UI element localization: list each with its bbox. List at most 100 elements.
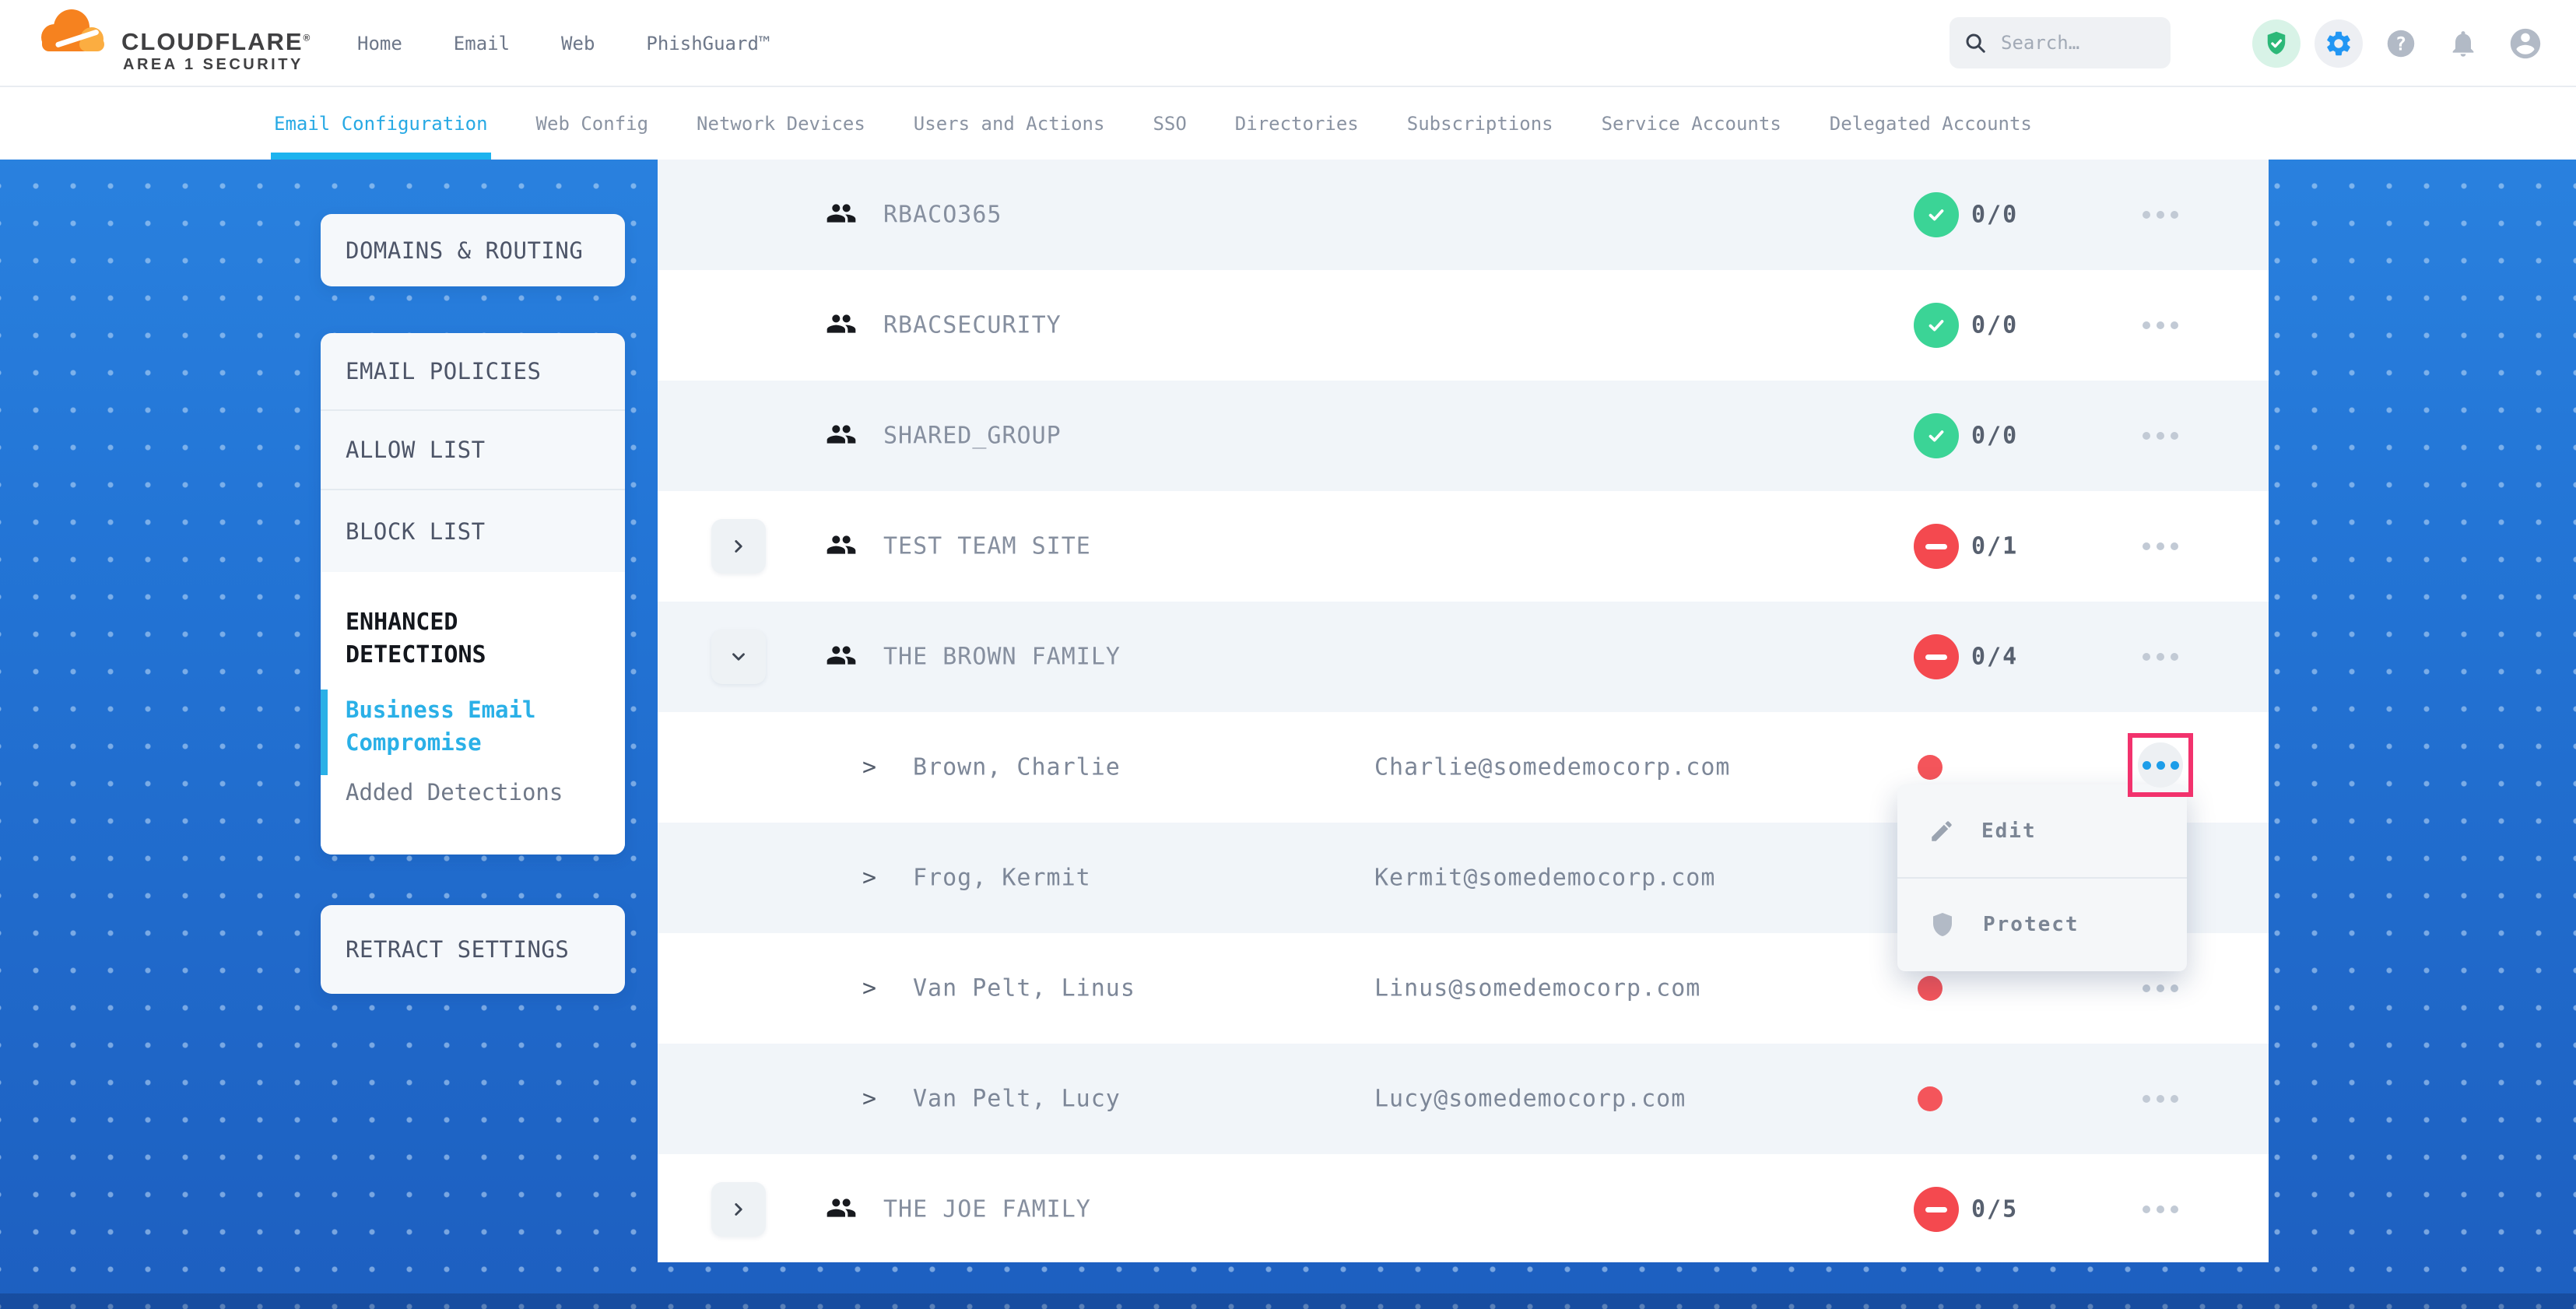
- product-name: AREA 1 SECURITY: [123, 56, 304, 74]
- context-menu-edit[interactable]: Edit: [1897, 784, 2187, 877]
- group-name: RBACO365: [883, 202, 1002, 229]
- tab-directories[interactable]: Directories: [1235, 87, 1359, 160]
- brand-name: CLOUDFLARE®: [121, 28, 311, 56]
- enhanced-detections-title: ENHANCED DETECTIONS: [346, 606, 579, 672]
- sidebar-item-allow-list[interactable]: ALLOW LIST: [321, 411, 625, 490]
- sidebar-item-block-list[interactable]: BLOCK LIST: [321, 490, 625, 572]
- expand-row-button[interactable]: [711, 1182, 766, 1237]
- group-icon: [823, 640, 859, 674]
- member-name: Van Pelt, Linus: [913, 975, 1135, 1002]
- area1-security-app: CLOUDFLARE® AREA 1 SECURITY Home Email W…: [0, 0, 2576, 1309]
- sidebar-section-enhanced-detections: ENHANCED DETECTIONS Business Email Compr…: [321, 572, 625, 855]
- sidebar-card-domains: DOMAINS & ROUTING: [321, 214, 625, 286]
- shield-check-icon[interactable]: [2252, 19, 2301, 68]
- config-tabbar: Email Configuration Web Config Network D…: [0, 87, 2576, 160]
- protected-badge: [1914, 413, 1959, 458]
- tab-service-accounts[interactable]: Service Accounts: [1602, 87, 1781, 160]
- row-more-button[interactable]: [2133, 198, 2188, 232]
- tab-delegated-accounts[interactable]: Delegated Accounts: [1830, 87, 2032, 160]
- sidebar-item-business-email-compromise[interactable]: Business Email Compromise: [346, 693, 579, 759]
- tab-network-devices[interactable]: Network Devices: [697, 87, 865, 160]
- attention-badge: [1914, 524, 1959, 569]
- nav-phishguard[interactable]: PhishGuard™: [646, 33, 770, 54]
- svg-text:?: ?: [2395, 33, 2406, 54]
- cloudflare-cloud-icon: [31, 6, 118, 54]
- table-row-member[interactable]: > Van Pelt, Lucy Lucy@somedemocorp.com: [658, 1044, 2269, 1154]
- protection-count: 0/0: [1971, 312, 2018, 339]
- row-more-button[interactable]: [2133, 640, 2188, 674]
- row-context-menu: Edit Protect: [1897, 784, 2187, 971]
- member-arrow-icon: >: [862, 975, 876, 1002]
- bottom-strip: [0, 1293, 2576, 1309]
- cloudflare-logo[interactable]: CLOUDFLARE® AREA 1 SECURITY: [31, 3, 296, 84]
- group-name: THE BROWN FAMILY: [883, 644, 1121, 671]
- tab-subscriptions[interactable]: Subscriptions: [1407, 87, 1553, 160]
- row-more-button[interactable]: [2133, 1082, 2188, 1116]
- nav-web[interactable]: Web: [561, 33, 595, 54]
- tab-users-and-actions[interactable]: Users and Actions: [914, 87, 1105, 160]
- gear-icon[interactable]: [2315, 19, 2363, 68]
- unprotected-dot: [1918, 1086, 1943, 1111]
- member-arrow-icon: >: [862, 754, 876, 781]
- sidebar-item-retract-settings[interactable]: RETRACT SETTINGS: [321, 905, 625, 994]
- sidebar-item-domains-routing[interactable]: DOMAINS & ROUTING: [321, 214, 625, 286]
- tab-sso[interactable]: SSO: [1153, 87, 1186, 160]
- member-email: Lucy@somedemocorp.com: [1374, 1086, 1686, 1113]
- tab-web-config[interactable]: Web Config: [536, 87, 649, 160]
- help-icon[interactable]: ?: [2377, 19, 2425, 68]
- group-name: RBACSECURITY: [883, 312, 1062, 339]
- member-arrow-icon: >: [862, 1086, 876, 1113]
- chevron-down-icon: [728, 647, 749, 667]
- collapse-row-button[interactable]: [711, 630, 766, 684]
- protection-count: 0/0: [1971, 423, 2018, 450]
- header-icons: ?: [2252, 19, 2550, 68]
- protection-count: 0/0: [1971, 202, 2018, 229]
- member-arrow-icon: >: [862, 865, 876, 892]
- group-icon: [823, 1192, 859, 1227]
- top-navigation: Home Email Web PhishGuard™: [357, 0, 770, 87]
- brand-mark: ®: [304, 33, 312, 44]
- context-menu-protect[interactable]: Protect: [1897, 877, 2187, 970]
- chevron-right-icon: [728, 1199, 749, 1220]
- row-more-button-active[interactable]: [2138, 742, 2183, 788]
- member-email: Linus@somedemocorp.com: [1374, 975, 1700, 1002]
- sidebar-item-added-detections[interactable]: Added Detections: [346, 779, 600, 805]
- protection-count: 0/5: [1971, 1196, 2018, 1223]
- groups-table: RBACO365 0/0 RBACSECURITY 0/0 SHARED_GRO…: [658, 160, 2269, 1262]
- attention-badge: [1914, 634, 1959, 679]
- row-more-button[interactable]: [2133, 308, 2188, 342]
- member-name: Frog, Kermit: [913, 865, 1091, 892]
- table-row[interactable]: RBACSECURITY 0/0: [658, 270, 2269, 381]
- nav-home[interactable]: Home: [357, 33, 402, 54]
- search-input[interactable]: [1999, 31, 2139, 54]
- row-more-button[interactable]: [2133, 529, 2188, 563]
- row-more-button[interactable]: [2133, 1192, 2188, 1227]
- table-row[interactable]: TEST TEAM SITE 0/1: [658, 491, 2269, 602]
- table-row[interactable]: THE JOE FAMILY 0/5: [658, 1154, 2269, 1265]
- search-box[interactable]: [1950, 17, 2171, 68]
- tab-email-configuration[interactable]: Email Configuration: [274, 87, 488, 160]
- row-more-button[interactable]: [2133, 419, 2188, 453]
- active-item-indicator: [321, 690, 328, 775]
- highlight-outline: [2128, 733, 2193, 797]
- protection-count: 0/4: [1971, 644, 2018, 671]
- table-row[interactable]: RBACO365 0/0: [658, 160, 2269, 270]
- expand-row-button[interactable]: [711, 519, 766, 574]
- protected-badge: [1914, 192, 1959, 237]
- unprotected-dot: [1918, 755, 1943, 780]
- member-name: Van Pelt, Lucy: [913, 1086, 1121, 1113]
- table-row[interactable]: THE BROWN FAMILY 0/4: [658, 602, 2269, 712]
- sidebar-card-policies: EMAIL POLICIES ALLOW LIST BLOCK LIST ENH…: [321, 333, 625, 855]
- group-icon: [823, 529, 859, 563]
- nav-email[interactable]: Email: [454, 33, 510, 54]
- protected-badge: [1914, 303, 1959, 348]
- member-email: Kermit@somedemocorp.com: [1374, 865, 1715, 892]
- shield-icon: [1928, 911, 1957, 939]
- bell-icon[interactable]: [2439, 19, 2487, 68]
- account-icon[interactable]: [2501, 19, 2550, 68]
- sidebar-item-email-policies[interactable]: EMAIL POLICIES: [321, 333, 625, 411]
- search-icon: [1964, 31, 1987, 54]
- row-more-button[interactable]: [2133, 971, 2188, 1005]
- table-row[interactable]: SHARED_GROUP 0/0: [658, 381, 2269, 491]
- protection-count: 0/1: [1971, 533, 2018, 560]
